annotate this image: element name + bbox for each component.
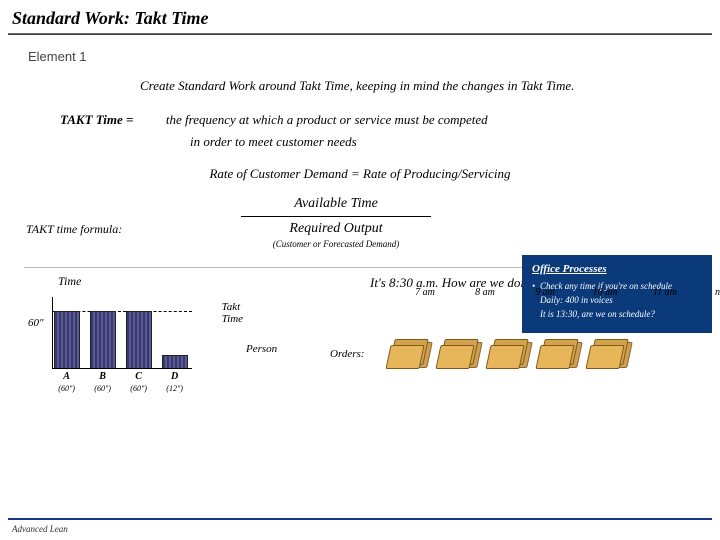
bar-time: (12") xyxy=(162,384,188,393)
takt-definition-row: TAKT Time = the frequency at which a pro… xyxy=(60,112,720,128)
orders-row: Orders: xyxy=(330,339,628,369)
bar xyxy=(54,311,80,369)
takt-line-label: Takt Time xyxy=(222,301,243,325)
bar xyxy=(90,311,116,369)
y-axis-label: 60" xyxy=(28,317,44,329)
chart-zone: 60" Takt Time ABCD (60")(60")(60")(12") … xyxy=(0,297,720,393)
folder-icon xyxy=(538,339,578,369)
bar-time: (60") xyxy=(90,384,116,393)
title-rule xyxy=(8,33,712,35)
bar-label: D xyxy=(162,371,188,382)
fraction-line xyxy=(241,216,431,217)
footer-text: Advanced Lean xyxy=(12,524,68,534)
section-label: Element 1 xyxy=(28,49,720,64)
takt-def-1: the frequency at which a product or serv… xyxy=(166,112,488,127)
fraction-note: (Customer or Forecasted Demand) xyxy=(236,239,436,249)
bar xyxy=(126,311,152,369)
bar-chart: Takt Time ABCD (60")(60")(60")(12") xyxy=(54,297,188,393)
folder-icon xyxy=(438,339,478,369)
folder-icon xyxy=(388,339,428,369)
hour-label: 10 am xyxy=(584,287,626,298)
rate-line: Rate of Customer Demand = Rate of Produc… xyxy=(0,166,720,182)
folders-row xyxy=(388,339,628,369)
hour-label: 11 am xyxy=(644,287,686,298)
formula-label: TAKT time formula: xyxy=(26,222,156,237)
folder-icon xyxy=(488,339,528,369)
formula-row: TAKT time formula: Available Time Requir… xyxy=(0,196,720,249)
bar-label: C xyxy=(126,371,152,382)
person-axis-label: Person xyxy=(246,343,277,355)
hour-label: 7 am xyxy=(404,287,446,298)
office-title: Office Processes xyxy=(532,263,702,275)
bar-time: (60") xyxy=(54,384,80,393)
fraction-top: Available Time xyxy=(236,196,436,212)
hour-label: 9 am xyxy=(524,287,566,298)
hour-label: 8 am xyxy=(464,287,506,298)
slide-title: Standard Work: Takt Time xyxy=(0,0,720,33)
intro-text: Create Standard Work around Takt Time, k… xyxy=(140,78,720,94)
fraction: Available Time Required Output (Customer… xyxy=(236,196,436,249)
hour-label: noon xyxy=(704,287,720,298)
hours-row: 7 am 8 am 9 am 10 am 11 am noon xyxy=(404,287,720,298)
takt-label: TAKT Time = xyxy=(60,112,133,127)
fraction-bottom: Required Output xyxy=(236,221,436,237)
takt-def-2: in order to meet customer needs xyxy=(190,134,720,150)
orders-label: Orders: xyxy=(330,348,364,360)
bar-label: B xyxy=(90,371,116,382)
folder-icon xyxy=(588,339,628,369)
bar xyxy=(162,355,188,369)
bar-label: A xyxy=(54,371,80,382)
bar-time: (60") xyxy=(126,384,152,393)
footer-rule xyxy=(8,518,712,520)
